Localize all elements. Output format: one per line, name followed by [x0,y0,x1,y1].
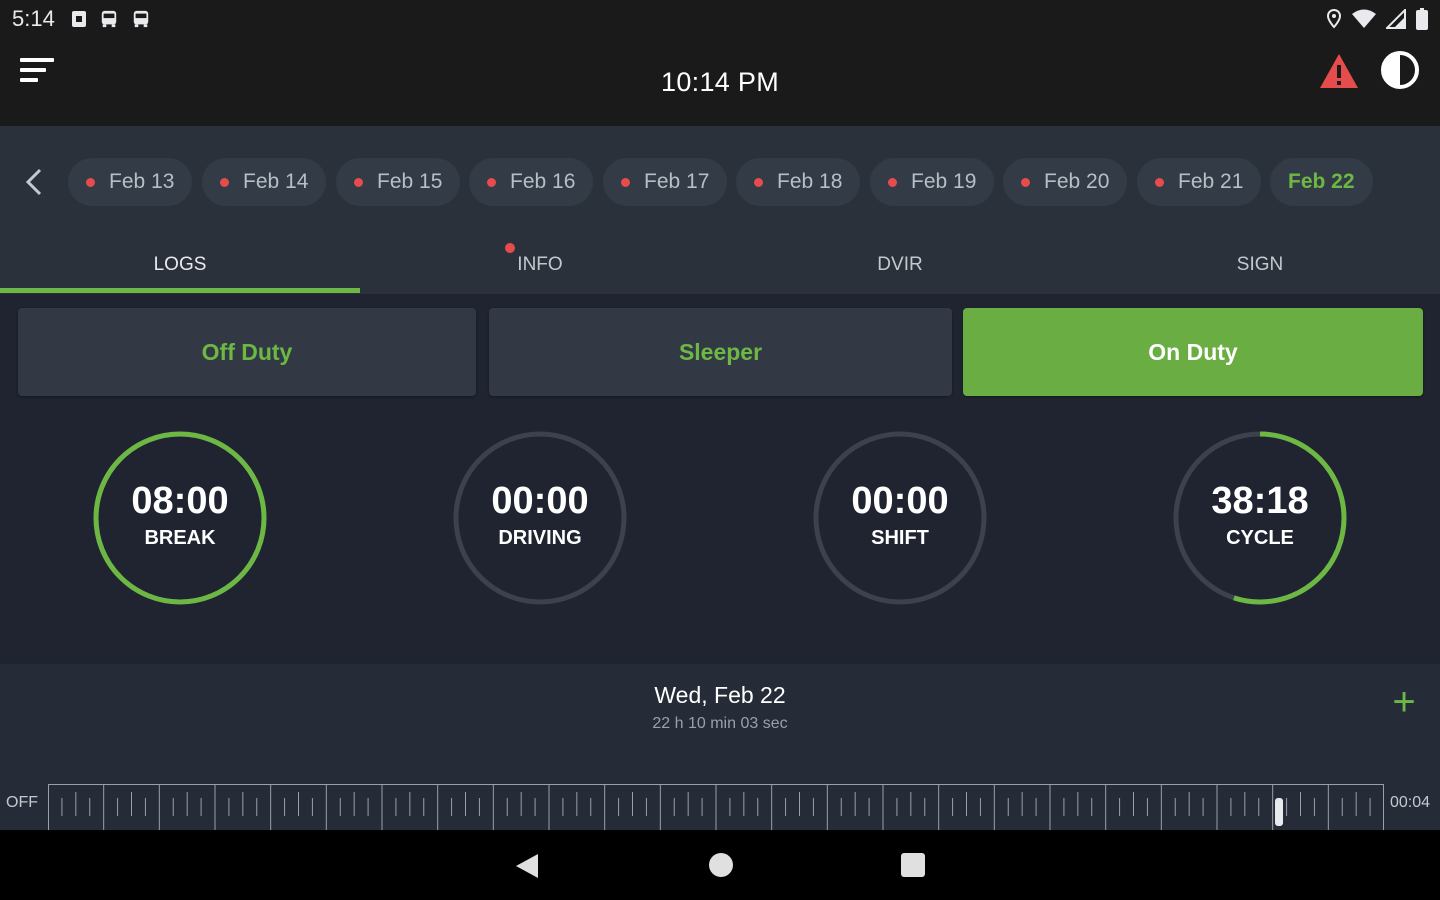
date-chip-label: Feb 14 [243,170,309,193]
contrast-icon[interactable] [1380,50,1420,90]
app-title: 10:14 PM [661,66,779,97]
hos-logs-screen: 5:14 10:14 PM Feb 13 Feb 14 Feb 15 Feb 1… [0,0,1440,900]
date-chip-label: Feb 17 [644,170,710,193]
tab-label: LOGS [153,254,207,275]
sleeper-button[interactable]: Sleeper [489,308,952,396]
date-chip-label: Feb 15 [377,170,443,193]
chevron-left-icon[interactable] [20,166,48,198]
violation-dot [1021,177,1030,187]
tab-dvir[interactable]: DVIR [720,236,1080,294]
day-summary-panel: Wed, Feb 22 22 h 10 min 03 sec + OFF 00:… [0,664,1440,830]
current-time-marker [1275,798,1283,826]
date-chip-feb-14[interactable]: Feb 14 [202,158,327,206]
date-chip-label: Feb 18 [777,170,843,193]
app-bar: 10:14 PM [0,38,1440,126]
date-chip-feb-19[interactable]: Feb 19 [870,158,995,206]
back-triangle-icon[interactable] [514,852,540,880]
off-duty-label: Off Duty [201,338,293,365]
tab-label: SIGN [1236,254,1284,275]
log-row-label: OFF [6,794,38,811]
cycle-timer-value: 38:18 [1211,480,1309,522]
date-chip-feb-15[interactable]: Feb 15 [336,158,461,206]
tab-logs[interactable]: LOGS [0,236,360,294]
status-bar: 5:14 [0,0,1440,38]
status-time: 5:14 [12,6,55,31]
date-chip-feb-22[interactable]: Feb 22 [1270,158,1373,206]
date-chip-label: Feb 19 [911,170,977,193]
shift-timer: 00:00 SHIFT [812,430,988,606]
top-bar: 5:14 10:14 PM [0,0,1440,126]
log-grid[interactable] [48,784,1384,830]
tab-bar: LOGS INFO DVIR SIGN [0,236,1440,294]
status-icons-right [1326,8,1428,30]
tab-info[interactable]: INFO [360,236,720,294]
date-strip: Feb 13 Feb 14 Feb 15 Feb 16 Feb 17 Feb 1… [0,126,1440,236]
date-chip-feb-20[interactable]: Feb 20 [1003,158,1128,206]
break-timer-value: 08:00 [131,480,229,522]
menu-icon[interactable] [20,56,56,86]
date-chip-feb-17[interactable]: Feb 17 [603,158,728,206]
date-chip-feb-21[interactable]: Feb 21 [1137,158,1262,206]
violation-dot [1155,177,1164,187]
violation-dot [621,177,630,187]
log-row-total: 00:04 [1390,794,1431,811]
date-chip-label: Feb 22 [1288,170,1355,193]
recents-square-icon[interactable] [900,852,926,878]
cycle-timer-label: CYCLE [1226,527,1294,549]
warning-icon[interactable] [1318,52,1360,90]
location-icon [1326,9,1342,29]
break-timer-label: BREAK [144,527,216,549]
violation-dot [86,177,95,187]
bus-icon [101,10,117,28]
battery-icon [1416,8,1428,30]
date-chip-feb-16[interactable]: Feb 16 [469,158,594,206]
info-badge-dot [505,243,515,253]
shift-timer-label: SHIFT [871,527,929,549]
date-chip-feb-13[interactable]: Feb 13 [68,158,193,206]
date-chip-label: Feb 20 [1044,170,1110,193]
system-nav-bar [0,830,1440,900]
date-chip-label: Feb 13 [109,170,175,193]
violation-dot [754,177,763,187]
day-total-duration: 22 h 10 min 03 sec [652,715,788,732]
off-duty-button[interactable]: Off Duty [18,308,476,396]
tab-sign[interactable]: SIGN [1080,236,1440,294]
plus-icon[interactable]: + [1386,682,1422,722]
signal-icon [1386,9,1406,29]
home-circle-icon[interactable] [708,852,734,878]
violation-dot [888,177,897,187]
bus-icon [133,10,149,28]
cycle-timer: 38:18 CYCLE [1172,430,1348,606]
sim-icon [71,11,86,27]
wifi-icon [1352,9,1376,28]
status-icons-left [71,10,151,28]
date-chip-label: Feb 16 [510,170,576,193]
violation-dot [354,177,363,187]
on-duty-label: On Duty [1148,338,1238,365]
on-duty-button[interactable]: On Duty [963,308,1423,396]
date-chip-feb-18[interactable]: Feb 18 [736,158,861,206]
violation-dot [487,177,496,187]
date-chip-label: Feb 21 [1178,170,1244,193]
sleeper-label: Sleeper [678,338,763,365]
driving-timer: 00:00 DRIVING [452,430,628,606]
break-timer: 08:00 BREAK [92,430,268,606]
driving-timer-label: DRIVING [498,527,582,549]
violation-dot [220,177,229,187]
day-title: Wed, Feb 22 [654,682,786,708]
active-tab-indicator [0,288,360,293]
tab-label: INFO [517,254,563,275]
shift-timer-value: 00:00 [851,480,949,522]
driving-timer-value: 00:00 [491,480,589,522]
tab-label: DVIR [877,254,923,275]
